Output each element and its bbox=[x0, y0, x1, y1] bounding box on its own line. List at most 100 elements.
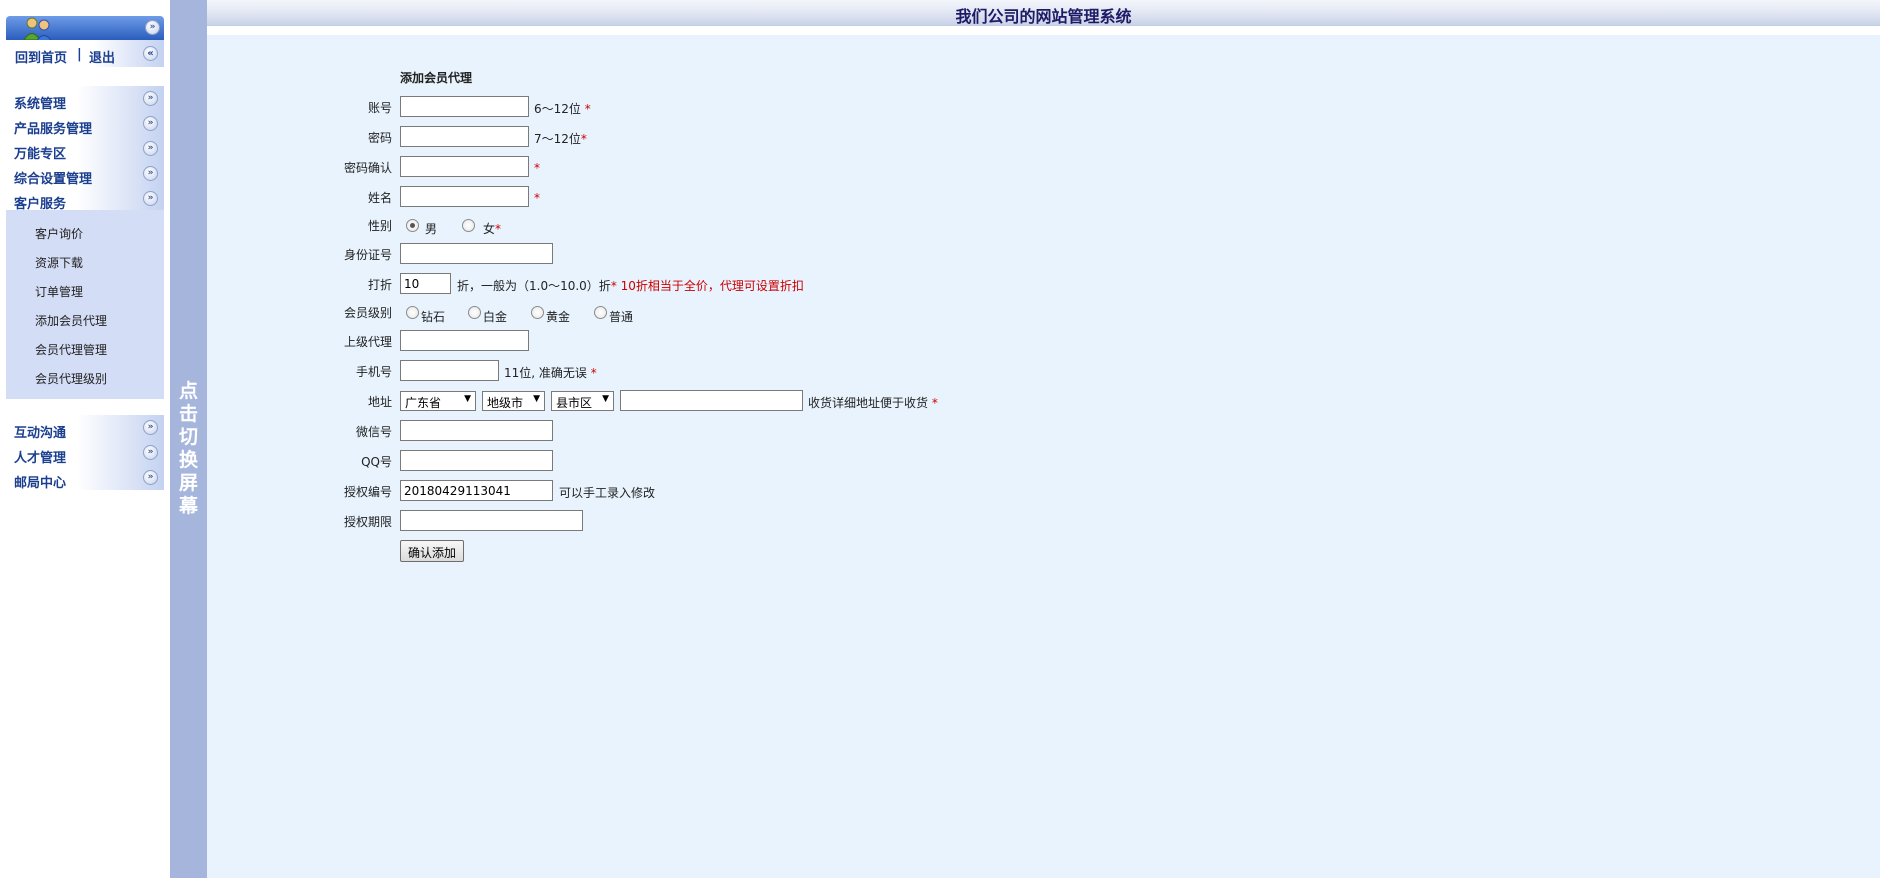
menu-universal-label: 万能专区 bbox=[14, 147, 67, 162]
city-select[interactable]: 地级市 ▼ bbox=[482, 391, 545, 411]
menu-products[interactable]: 产品服务管理 » bbox=[6, 111, 164, 137]
name-label: 姓名 bbox=[367, 191, 392, 205]
quick-links: 回到首页 | 退出 « bbox=[6, 40, 164, 67]
address-hint-text: 收货详细地址便于收货 bbox=[808, 396, 929, 410]
chevron-down-icon[interactable]: » bbox=[143, 116, 158, 131]
users-logo-icon bbox=[23, 17, 53, 42]
password-input[interactable] bbox=[400, 126, 529, 147]
sidebar-item-add-agent[interactable]: 添加会员代理 bbox=[35, 312, 107, 329]
sidebar: » 回到首页 | 退出 « 系统管理 » 产品服务管理 » 万能专区 » 综合设… bbox=[0, 0, 170, 878]
chevron-down-icon[interactable]: » bbox=[143, 470, 158, 485]
separator: | bbox=[77, 47, 82, 62]
password-label: 密码 bbox=[367, 131, 392, 145]
toggle-char: 击 bbox=[178, 403, 198, 425]
toggle-char: 屏 bbox=[178, 472, 198, 494]
sidebar-item-inquiry[interactable]: 客户询价 bbox=[35, 225, 83, 242]
menu-mail[interactable]: 邮局中心 » bbox=[6, 465, 164, 491]
chevron-down-icon[interactable]: » bbox=[143, 141, 158, 156]
id-card-input[interactable] bbox=[400, 243, 553, 264]
menu-system[interactable]: 系统管理 » bbox=[6, 86, 164, 112]
qq-label: QQ号 bbox=[361, 455, 392, 469]
discount-input[interactable] bbox=[400, 273, 451, 294]
parent-agent-label: 上级代理 bbox=[343, 335, 392, 349]
chevron-down-icon[interactable]: » bbox=[143, 445, 158, 460]
city-value: 地级市 bbox=[487, 396, 524, 410]
required-mark: * bbox=[610, 279, 617, 293]
auth-no-input[interactable] bbox=[400, 480, 553, 501]
logout-link[interactable]: 退出 bbox=[89, 47, 115, 66]
level-diamond-label: 钻石 bbox=[421, 310, 446, 324]
phone-input[interactable] bbox=[400, 360, 499, 381]
menu-interaction-label: 互动沟通 bbox=[14, 426, 67, 441]
level-platinum-label: 白金 bbox=[483, 310, 508, 324]
menu-customer-service[interactable]: 客户服务 » bbox=[6, 186, 164, 212]
toggle-char: 幕 bbox=[178, 495, 198, 517]
required-mark: * bbox=[584, 102, 591, 116]
menu-settings[interactable]: 综合设置管理 » bbox=[6, 161, 164, 187]
phone-hint: 11位, 准确无误 * bbox=[504, 364, 597, 381]
sidebar-item-downloads[interactable]: 资源下载 bbox=[35, 254, 83, 271]
name-input[interactable] bbox=[400, 186, 529, 207]
gender-label: 性别 bbox=[367, 219, 392, 233]
address-detail-input[interactable] bbox=[620, 390, 803, 411]
level-label: 会员级别 bbox=[343, 306, 392, 320]
required-mark: * bbox=[534, 191, 540, 205]
phone-hint-text: 11位, 准确无误 bbox=[504, 366, 587, 380]
dropdown-arrow-icon: ▼ bbox=[464, 394, 471, 404]
discount-hint-text: 折，一般为（1.0～10.0）折 bbox=[457, 279, 611, 293]
level-normal-label: 普通 bbox=[609, 310, 634, 324]
toggle-screen-strip[interactable]: 点 击 切 换 屏 幕 bbox=[170, 0, 207, 878]
collapse-sidebar-icon[interactable]: « bbox=[143, 46, 158, 61]
sidebar-banner: » bbox=[6, 16, 164, 42]
dropdown-arrow-icon: ▼ bbox=[602, 394, 609, 404]
level-gold-label: 黄金 bbox=[546, 310, 571, 324]
auth-no-hint: 可以手工录入修改 bbox=[559, 486, 656, 500]
top-bar: 我们公司的网站管理系统 bbox=[207, 0, 1880, 26]
level-normal-radio[interactable] bbox=[594, 306, 607, 319]
form-heading: 添加会员代理 bbox=[400, 71, 473, 85]
auth-period-label: 授权期限 bbox=[343, 515, 392, 529]
gender-male-label: 男 bbox=[425, 222, 438, 236]
menu-universal[interactable]: 万能专区 » bbox=[6, 136, 164, 162]
required-mark: * bbox=[495, 222, 502, 236]
account-input[interactable] bbox=[400, 96, 529, 117]
sidebar-item-agent-levels[interactable]: 会员代理级别 bbox=[35, 370, 107, 387]
menu-products-label: 产品服务管理 bbox=[14, 122, 93, 137]
discount-label: 打折 bbox=[367, 278, 392, 292]
chevron-down-icon[interactable]: » bbox=[143, 191, 158, 206]
level-gold-radio[interactable] bbox=[531, 306, 544, 319]
account-label: 账号 bbox=[367, 101, 392, 115]
province-select[interactable]: 广东省 ▼ bbox=[400, 391, 476, 411]
gender-male-radio[interactable] bbox=[406, 219, 419, 232]
level-platinum-radio[interactable] bbox=[468, 306, 481, 319]
qq-input[interactable] bbox=[400, 450, 553, 471]
chevron-down-icon[interactable]: » bbox=[143, 166, 158, 181]
required-mark: * bbox=[580, 132, 587, 146]
gender-female-label: 女* bbox=[483, 220, 501, 237]
chevron-down-icon[interactable]: » bbox=[143, 420, 158, 435]
password-hint: 7～12位* bbox=[534, 130, 587, 147]
district-value: 县市区 bbox=[556, 396, 593, 410]
confirm-add-button[interactable]: 确认添加 bbox=[400, 540, 465, 562]
chevron-down-icon[interactable]: » bbox=[143, 91, 158, 106]
level-diamond-radio[interactable] bbox=[406, 306, 419, 319]
menu-interaction[interactable]: 互动沟通 » bbox=[6, 415, 164, 441]
menu-talent[interactable]: 人才管理 » bbox=[6, 440, 164, 466]
auth-period-input[interactable] bbox=[400, 510, 583, 531]
confirm-password-input[interactable] bbox=[400, 156, 529, 177]
required-mark: * bbox=[534, 161, 540, 175]
gender-female-radio[interactable] bbox=[462, 219, 475, 232]
home-link[interactable]: 回到首页 bbox=[15, 47, 67, 66]
toggle-screen-text: 点 击 切 换 屏 幕 bbox=[170, 380, 207, 518]
district-select[interactable]: 县市区 ▼ bbox=[551, 391, 614, 411]
wechat-label: 微信号 bbox=[355, 425, 392, 439]
sidebar-item-orders[interactable]: 订单管理 bbox=[35, 283, 83, 300]
dropdown-arrow-icon: ▼ bbox=[533, 394, 540, 404]
collapse-banner-icon[interactable]: » bbox=[145, 20, 160, 35]
menu-settings-label: 综合设置管理 bbox=[14, 172, 93, 187]
wechat-input[interactable] bbox=[400, 420, 553, 441]
id-card-label: 身份证号 bbox=[343, 248, 392, 262]
address-label: 地址 bbox=[367, 395, 392, 409]
sidebar-item-agent-manage[interactable]: 会员代理管理 bbox=[35, 341, 107, 358]
parent-agent-input[interactable] bbox=[400, 330, 529, 351]
